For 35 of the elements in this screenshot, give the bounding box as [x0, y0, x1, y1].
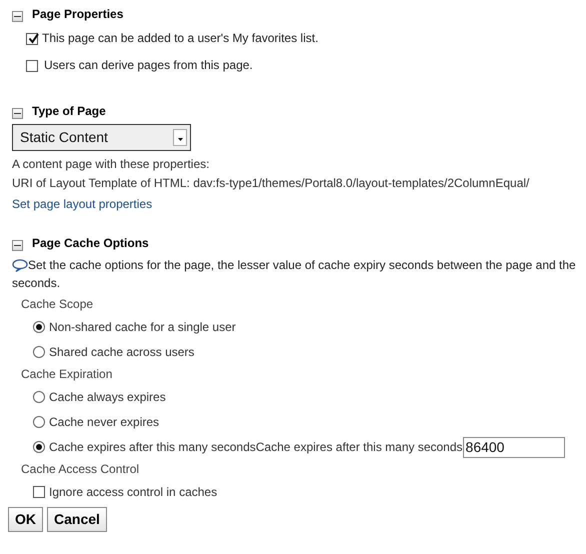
section-title: Page Cache Options [32, 236, 149, 251]
speech-bubble-icon [12, 259, 28, 272]
collapse-toggle[interactable] [12, 108, 23, 118]
selected-radio[interactable] [33, 321, 45, 333]
option-label: Cache always expires [49, 390, 166, 404]
uri-text: URI of Layout Template of HTML: dav:fs-type1/themes/Portal8.0/layout-templates/2ColumnEqual/ [11, 176, 530, 191]
seconds-input-field[interactable]: 86400 [462, 436, 565, 458]
option-label: Ignore access control in caches [49, 484, 218, 500]
group-label: Cache Scope [20, 297, 94, 312]
selected-radio[interactable] [33, 441, 45, 453]
section-title: Type of Page [32, 104, 106, 119]
group-label: Cache Expiration [20, 367, 114, 382]
option-label: Cache never expires [49, 414, 160, 430]
cache-description: seconds. [11, 275, 60, 292]
dialog-button[interactable]: Cancel [47, 507, 107, 532]
option-label: Shared cache across users [49, 344, 194, 360]
option-label: Cache expires after this many secondsCache expires after this many seconds [49, 440, 463, 454]
dialog-button[interactable]: OK [8, 507, 43, 532]
checkbox[interactable] [33, 486, 45, 498]
radio-button[interactable] [33, 391, 45, 403]
option-label: Users can derive pages from this page. [44, 58, 253, 73]
group-label: Cache Access Control [20, 462, 140, 477]
collapse-toggle[interactable] [12, 10, 23, 22]
option-label: This page can be added to a user's My favorites list. [42, 31, 318, 46]
section-title: Page Properties [32, 7, 124, 22]
option-label: Non-shared cache for a single user [49, 320, 236, 334]
cache-description: Set the cache options for the page, the lesser value of cache expiry seconds between the page and the [28, 257, 576, 274]
description-text: A content page with these properties: [11, 157, 210, 172]
radio-button[interactable] [33, 416, 45, 428]
collapse-toggle[interactable] [12, 240, 23, 250]
checkbox[interactable] [26, 60, 38, 72]
radio-button[interactable] [33, 346, 45, 358]
layout-properties-link[interactable]: Set page layout properties [12, 197, 152, 212]
page-type-dropdown[interactable]: Static Content [12, 124, 191, 151]
checked-checkbox[interactable] [26, 32, 38, 44]
